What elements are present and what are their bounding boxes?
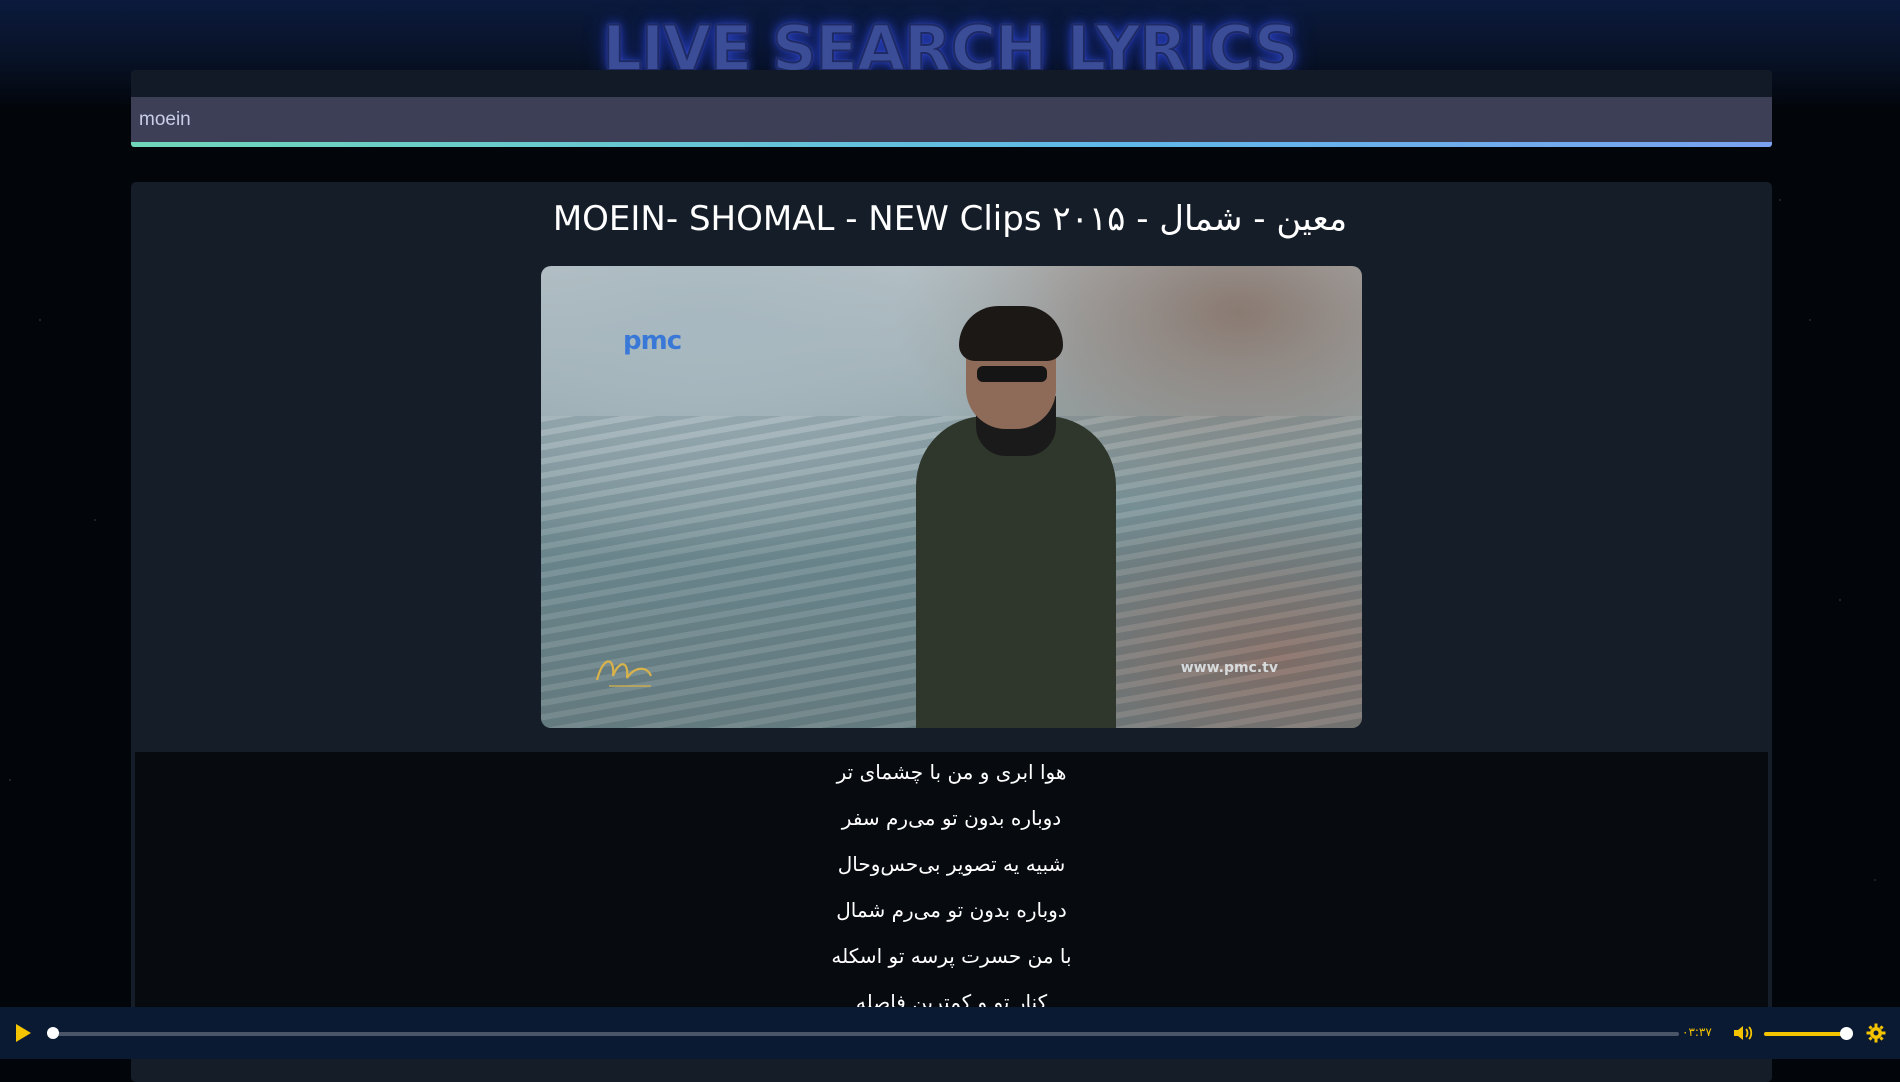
video-scene-person [916,416,1116,728]
search-input[interactable] [131,97,1772,142]
lyric-line: شبیه یه تصویر بی‌حس‌وحال [837,852,1066,876]
channel-logo: pmc [623,326,682,356]
volume-slider[interactable] [1764,1032,1846,1036]
search-container [131,70,1772,147]
gear-icon[interactable] [1866,1023,1886,1043]
video-scene-person-hair [959,306,1063,361]
signature-logo [595,660,653,687]
seek-bar[interactable] [53,1032,1679,1036]
lyric-line: هوا ابری و من با چشمای تر [836,760,1067,784]
channel-watermark: www.pmc.tv [1180,660,1278,676]
song-title: MOEIN- SHOMAL - NEW Clips ۲۰۱۵ - معین - … [552,199,1348,239]
audio-player: ۰۳:۳۷ [0,1007,1900,1059]
video-thumbnail[interactable]: pmc www.pmc.tv [541,266,1362,728]
seek-thumb[interactable] [47,1027,59,1039]
video-scene-person-glasses [977,366,1047,382]
volume-thumb[interactable] [1839,1027,1853,1040]
search-underline [131,142,1772,147]
volume-icon[interactable] [1732,1024,1754,1042]
lyric-line: دوباره بدون تو می‌رم سفر [841,806,1062,830]
lyric-line: با من حسرت پرسه تو اسکله [831,944,1072,968]
lyrics-panel: هوا ابری و من با چشمای تر دوباره بدون تو… [135,752,1768,1007]
time-display: ۰۳:۳۷ [1682,1025,1712,1039]
lyric-line: دوباره بدون تو می‌رم شمال [836,898,1067,922]
play-icon[interactable] [16,1024,31,1042]
lyric-line: کنار تو و کمترین فاصله [855,990,1048,1007]
